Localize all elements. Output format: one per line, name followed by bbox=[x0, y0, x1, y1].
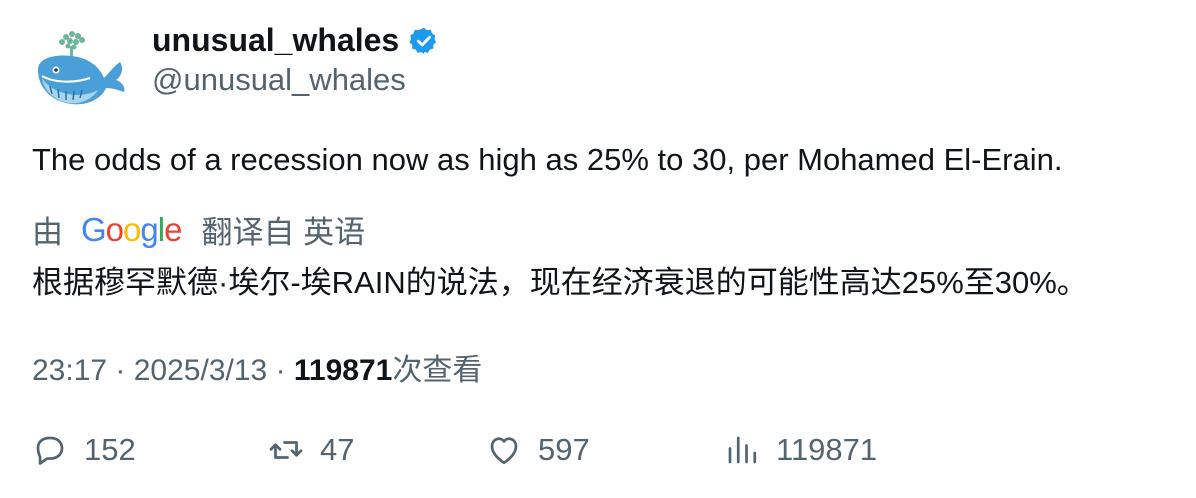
views-suffix: 次查看 bbox=[392, 354, 483, 387]
author-name-row: unusual_whales bbox=[152, 22, 439, 59]
views-button[interactable]: 119871 bbox=[724, 432, 877, 468]
google-logo: Google bbox=[81, 210, 182, 248]
views-count: 119871 bbox=[293, 354, 393, 387]
meta-separator: · bbox=[275, 354, 294, 387]
retweet-count: 47 bbox=[320, 432, 355, 467]
translated-from-label: 翻译自 英语 bbox=[201, 215, 366, 250]
author-display-name[interactable]: unusual_whales bbox=[152, 22, 399, 59]
like-count: 597 bbox=[538, 432, 590, 467]
views-chart-icon bbox=[728, 436, 757, 464]
tweet-meta: 23:17 · 2025/3/13 · 119871次查看 bbox=[32, 345, 482, 389]
tweet-time[interactable]: 23:17 bbox=[32, 354, 107, 387]
heart-icon bbox=[490, 437, 518, 465]
avatar[interactable] bbox=[32, 24, 128, 114]
meta-separator: · bbox=[115, 354, 134, 387]
like-button[interactable]: 597 bbox=[486, 432, 590, 468]
translated-by-label: 由 bbox=[32, 215, 63, 250]
reply-icon bbox=[36, 436, 64, 465]
tweet-date[interactable]: 2025/3/13 bbox=[134, 354, 267, 387]
views-action-count: 119871 bbox=[776, 432, 878, 467]
author-handle[interactable]: @unusual_whales bbox=[152, 62, 406, 98]
retweet-icon bbox=[269, 441, 303, 459]
translated-text: 根据穆罕默德·埃尔-埃RAIN的说法，现在经济衰退的可能性高达25%至30%。 bbox=[32, 265, 1088, 300]
whale-logo-icon bbox=[38, 31, 125, 105]
retweet-button[interactable]: 47 bbox=[268, 432, 354, 468]
verified-badge-icon bbox=[409, 27, 437, 54]
reply-button[interactable]: 152 bbox=[32, 432, 136, 468]
action-bar: 152 47 597 119871 bbox=[0, 432, 1196, 472]
tweet-text: The odds of a recession now as high as 2… bbox=[32, 142, 1063, 177]
translation-attribution: 由 Google 翻译自 英语 bbox=[32, 207, 365, 252]
reply-count: 152 bbox=[84, 432, 136, 467]
